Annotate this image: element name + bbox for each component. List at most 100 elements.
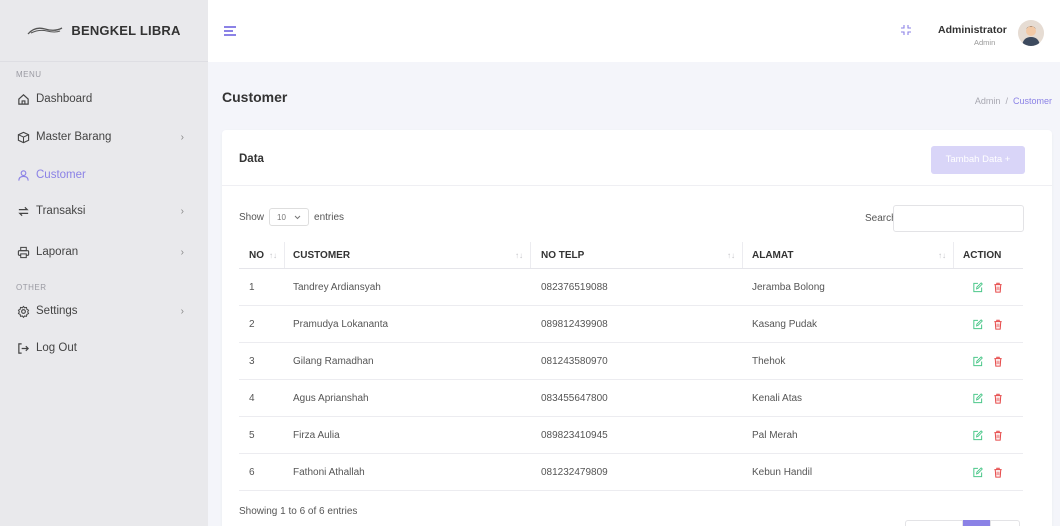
cell-no-telp: 089812439908	[541, 318, 608, 330]
sort-icon[interactable]: ↑↓	[727, 251, 735, 260]
brand[interactable]: BENGKEL LIBRA	[0, 0, 208, 62]
breadcrumb-root[interactable]: Admin	[975, 96, 1001, 106]
add-data-button[interactable]: Tambah Data +	[931, 146, 1025, 174]
column-header-customer[interactable]: CUSTOMER	[293, 242, 350, 268]
breadcrumb: Admin / Customer	[975, 96, 1052, 106]
cell-alamat: Thehok	[752, 355, 786, 367]
sidebar-item-transaksi[interactable]: Transaksi ›	[16, 201, 192, 221]
table-info: Showing 1 to 6 of 6 entries	[239, 506, 358, 517]
user-name[interactable]: Administrator	[938, 24, 1007, 36]
cell-no-telp: 081243580970	[541, 355, 608, 367]
edit-icon[interactable]	[972, 355, 983, 367]
cell-actions	[972, 417, 1003, 453]
avatar[interactable]	[1018, 20, 1044, 46]
delete-icon[interactable]	[993, 467, 1003, 478]
search-input[interactable]	[893, 205, 1024, 232]
sort-icon[interactable]: ↑↓	[938, 251, 946, 260]
cell-alamat: Kenali Atas	[752, 392, 803, 404]
sort-icon[interactable]: ↑↓	[269, 251, 277, 260]
sidebar-item-dashboard[interactable]: Dashboard	[16, 89, 192, 109]
chevron-down-icon	[294, 213, 301, 222]
pagination-next[interactable]	[990, 520, 1020, 526]
user-icon	[16, 168, 30, 182]
cell-customer: Fathoni Athallah	[293, 466, 365, 478]
delete-icon[interactable]	[993, 319, 1003, 330]
exchange-icon	[16, 204, 30, 218]
column-header-alamat[interactable]: ALAMAT	[752, 242, 793, 268]
pagination-previous[interactable]	[905, 520, 963, 526]
sidebar-item-logout[interactable]: Log Out	[16, 338, 192, 358]
sort-icon[interactable]: ↑↓	[515, 251, 523, 260]
column-header-action: ACTION	[963, 249, 1002, 261]
edit-icon[interactable]	[972, 429, 983, 441]
topbar: Administrator Admin	[208, 0, 1060, 62]
column-divider	[742, 242, 743, 268]
box-icon	[16, 130, 30, 144]
cell-customer: Gilang Ramadhan	[293, 355, 374, 367]
column-header-no-telp[interactable]: NO TELP	[541, 242, 584, 268]
column-header-no[interactable]: NO	[249, 242, 264, 268]
breadcrumb-separator: /	[1005, 96, 1008, 106]
table-row: 3 Gilang Ramadhan 081243580970 Thehok	[239, 343, 1023, 380]
delete-icon[interactable]	[993, 430, 1003, 441]
entries-select[interactable]: 10	[269, 208, 310, 226]
delete-icon[interactable]	[993, 356, 1003, 367]
avatar-image	[1018, 20, 1044, 46]
column-divider	[284, 242, 285, 268]
cell-customer: Firza Aulia	[293, 429, 340, 441]
sidebar-item-customer[interactable]: Customer	[16, 165, 192, 185]
page-title: Customer	[222, 89, 288, 105]
cell-actions	[972, 306, 1003, 342]
cell-actions	[972, 454, 1003, 490]
brand-name: BENGKEL LIBRA	[71, 23, 181, 38]
cell-alamat: Kasang Pudak	[752, 318, 818, 330]
user-role: Admin	[974, 38, 996, 47]
cell-customer: Pramudya Lokananta	[293, 318, 389, 330]
cell-customer: Tandrey Ardiansyah	[293, 281, 381, 293]
pagination-page-current[interactable]	[963, 520, 990, 526]
table-header-row: NO ↑↓ CUSTOMER ↑↓ NO TELP ↑↓ ALAMAT ↑↓ A…	[239, 242, 1023, 269]
sidebar-item-master-barang[interactable]: Master Barang ›	[16, 127, 192, 147]
chevron-right-icon: ›	[180, 246, 184, 258]
entries-select-value: 10	[277, 212, 286, 222]
cell-alamat: Pal Merah	[752, 429, 798, 441]
entries-label: entries	[314, 211, 345, 223]
hamburger-menu-icon[interactable]	[224, 26, 236, 36]
delete-icon[interactable]	[993, 393, 1003, 404]
cell-alamat: Kebun Handil	[752, 466, 813, 478]
pagination	[905, 520, 1020, 526]
sidebar-item-laporan[interactable]: Laporan ›	[16, 242, 192, 262]
home-icon	[16, 92, 30, 106]
wrench-logo-icon	[27, 26, 63, 34]
chevron-right-icon: ›	[180, 131, 184, 143]
cell-no-telp: 089823410945	[541, 429, 608, 441]
sidebar-item-settings[interactable]: Settings ›	[16, 301, 192, 321]
printer-icon	[16, 245, 30, 259]
edit-icon[interactable]	[972, 281, 983, 293]
cell-no: 5	[249, 429, 255, 441]
sidebar-item-label: Laporan	[36, 246, 79, 258]
cell-customer: Agus Aprianshah	[293, 392, 369, 404]
cell-alamat: Jeramba Bolong	[752, 281, 825, 293]
edit-icon[interactable]	[972, 392, 983, 404]
chevron-right-icon: ›	[180, 205, 184, 217]
edit-icon[interactable]	[972, 318, 983, 330]
logout-icon	[16, 341, 30, 355]
show-label: Show	[239, 211, 265, 223]
cell-no: 3	[249, 355, 255, 367]
cell-no: 2	[249, 318, 255, 330]
edit-icon[interactable]	[972, 466, 983, 478]
card-title: Data	[239, 153, 264, 165]
sidebar-item-label: Customer	[36, 169, 86, 181]
column-divider	[953, 242, 954, 268]
delete-icon[interactable]	[993, 282, 1003, 293]
fullscreen-exit-icon[interactable]	[900, 24, 912, 36]
cell-no: 4	[249, 392, 255, 404]
sidebar-item-label: Master Barang	[36, 131, 112, 143]
table-row: 5 Firza Aulia 089823410945 Pal Merah	[239, 417, 1023, 454]
entries-length-control: Show 10 entries	[239, 208, 344, 226]
card-header: Data Tambah Data +	[222, 130, 1052, 186]
data-card: Data Tambah Data + Show 10 entries Searc…	[222, 130, 1052, 526]
cell-no-telp: 082376519088	[541, 281, 608, 293]
menu-section-label: MENU	[16, 70, 42, 79]
